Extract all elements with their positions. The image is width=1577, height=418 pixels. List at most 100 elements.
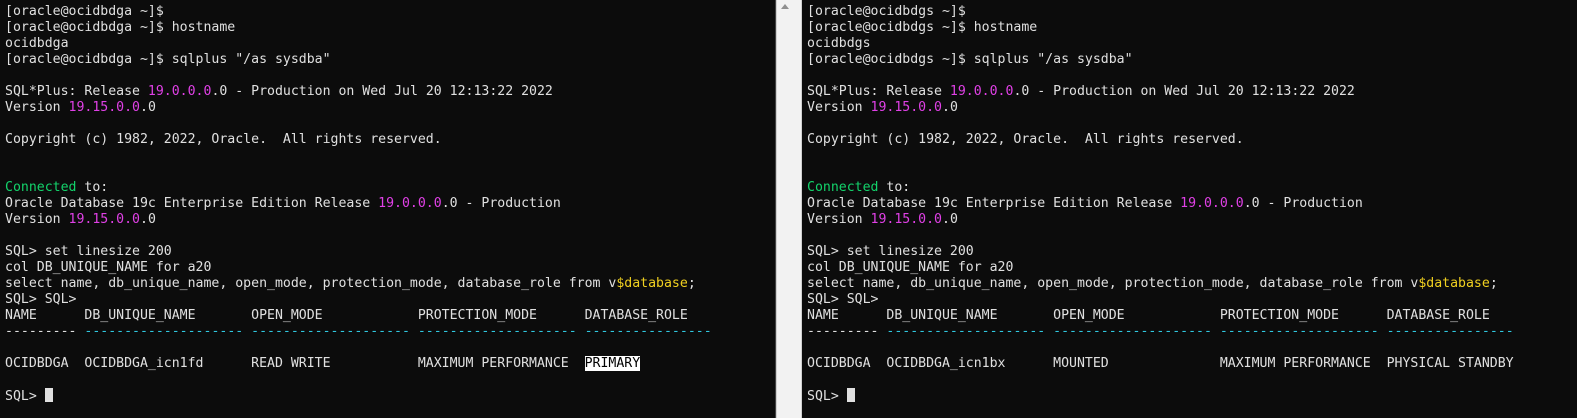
select-variable: $database [1418,276,1490,291]
copyright-line: Copyright (c) 1982, 2022, Oracle. All ri… [5,132,442,147]
edition-line: Oracle Database 19c Enterprise Edition R… [5,196,775,212]
version-number: 19.15.0.0 [870,212,942,227]
copyright-line: Copyright (c) 1982, 2022, Oracle. All ri… [807,132,1244,147]
version-prefix: Version [807,212,871,227]
connected-line: Connected to: [5,180,775,196]
banner-release: 19.0.0.0 [949,84,1014,99]
banner-prefix: SQL*Plus: Release [807,84,950,99]
connected-rest: to: [76,180,109,195]
sql-command: col DB_UNIQUE_NAME for a20 [5,260,212,275]
edition-prefix: Oracle Database 19c Enterprise Edition R… [5,196,379,211]
result-separator: --------- -------------------- ---------… [5,324,775,340]
separator-white: --------- [5,324,77,339]
separator-white: --------- [807,324,879,339]
version-prefix: Version [807,100,871,115]
version-line: Version 19.15.0.0.0 [807,212,1577,228]
active-prompt[interactable]: SQL> [5,388,775,404]
version-number: 19.15.0.0 [870,100,942,115]
dual-terminal-screen: [oracle@ocidbdga ~]$ [oracle@ocidbdga ~]… [0,0,1577,418]
hostname-output: ocidbdgs [807,36,871,51]
sql-command: select name, db_unique_name, open_mode, … [5,276,775,292]
terminal-primary[interactable]: [oracle@ocidbdga ~]$ [oracle@ocidbdga ~]… [0,0,776,418]
banner-suffix: .0 - Production on Wed Jul 20 12:13:22 2… [1013,84,1355,99]
sql-command: SQL> set linesize 200 [807,244,974,259]
select-variable: $database [616,276,688,291]
version-prefix: Version [5,212,69,227]
connected-word: Connected [807,180,879,195]
version-line: Version 19.15.0.0.0 [5,212,775,228]
role-text: PHYSICAL STANDBY [1386,356,1514,371]
select-suffix: ; [687,276,696,291]
hostname-output: ocidbdga [5,36,69,51]
terminal-line: [oracle@ocidbdga ~]$ sqlplus "/as sysdba… [5,52,331,67]
scrollbar[interactable] [776,0,802,418]
banner-release: 19.0.0.0 [147,84,212,99]
version-prefix: Version [5,100,69,115]
text-cursor [44,388,53,402]
version-number: 19.15.0.0 [68,212,140,227]
row-values: OCIDBDGA OCIDBDGA_icn1bx MOUNTED MAXIMUM… [807,356,1387,371]
sql-command: SQL> set linesize 200 [5,244,172,259]
text-cursor [846,388,855,402]
edition-prefix: Oracle Database 19c Enterprise Edition R… [807,196,1181,211]
sql-command: col DB_UNIQUE_NAME for a20 [807,260,1014,275]
banner-suffix: .0 - Production on Wed Jul 20 12:13:22 2… [211,84,553,99]
version-suffix: .0 [140,212,156,227]
select-prefix: select name, db_unique_name, open_mode, … [807,276,1419,291]
version-number: 19.15.0.0 [68,100,140,115]
separator-cyan: -------------------- -------------------… [76,324,712,339]
banner-prefix: SQL*Plus: Release [5,84,148,99]
connected-line: Connected to: [807,180,1577,196]
prompt-text: SQL> [5,389,45,404]
version-line: Version 19.15.0.0.0 [807,100,1577,116]
sql-prompt: SQL> SQL> [807,292,879,307]
edition-suffix: .0 - Production [441,196,561,211]
select-prefix: select name, db_unique_name, open_mode, … [5,276,617,291]
active-prompt[interactable]: SQL> [807,388,1577,404]
connected-word: Connected [5,180,77,195]
result-header: NAME DB_UNIQUE_NAME OPEN_MODE PROTECTION… [807,308,1490,323]
prompt-text: SQL> [807,389,847,404]
edition-line: Oracle Database 19c Enterprise Edition R… [807,196,1577,212]
sql-prompt: SQL> SQL> [5,292,77,307]
terminal-line: [oracle@ocidbdgs ~]$ sqlplus "/as sysdba… [807,52,1133,67]
sqlplus-banner: SQL*Plus: Release 19.0.0.0.0 - Productio… [5,84,775,100]
version-line: Version 19.15.0.0.0 [5,100,775,116]
terminal-line: [oracle@ocidbdga ~]$ [5,4,164,19]
selected-role-text[interactable]: PRIMARY [584,356,641,371]
separator-cyan: -------------------- -------------------… [878,324,1514,339]
terminal-line: [oracle@ocidbdgs ~]$ [807,4,966,19]
terminal-line: [oracle@ocidbdgs ~]$ hostname [807,20,1038,35]
edition-release: 19.0.0.0 [378,196,442,211]
terminal-standby[interactable]: [oracle@ocidbdgs ~]$ [oracle@ocidbdgs ~]… [802,0,1577,418]
edition-release: 19.0.0.0 [1180,196,1244,211]
result-separator: --------- -------------------- ---------… [807,324,1577,340]
terminal-line: [oracle@ocidbdga ~]$ hostname [5,20,236,35]
version-suffix: .0 [942,100,958,115]
result-row: OCIDBDGA OCIDBDGA_icn1bx MOUNTED MAXIMUM… [807,356,1577,372]
version-suffix: .0 [140,100,156,115]
select-suffix: ; [1489,276,1498,291]
result-header: NAME DB_UNIQUE_NAME OPEN_MODE PROTECTION… [5,308,688,323]
connected-rest: to: [878,180,911,195]
version-suffix: .0 [942,212,958,227]
result-row: OCIDBDGA OCIDBDGA_icn1fd READ WRITE MAXI… [5,356,775,372]
scroll-up-arrow-icon[interactable] [781,4,789,9]
sqlplus-banner: SQL*Plus: Release 19.0.0.0.0 - Productio… [807,84,1577,100]
edition-suffix: .0 - Production [1243,196,1363,211]
sql-command: select name, db_unique_name, open_mode, … [807,276,1577,292]
